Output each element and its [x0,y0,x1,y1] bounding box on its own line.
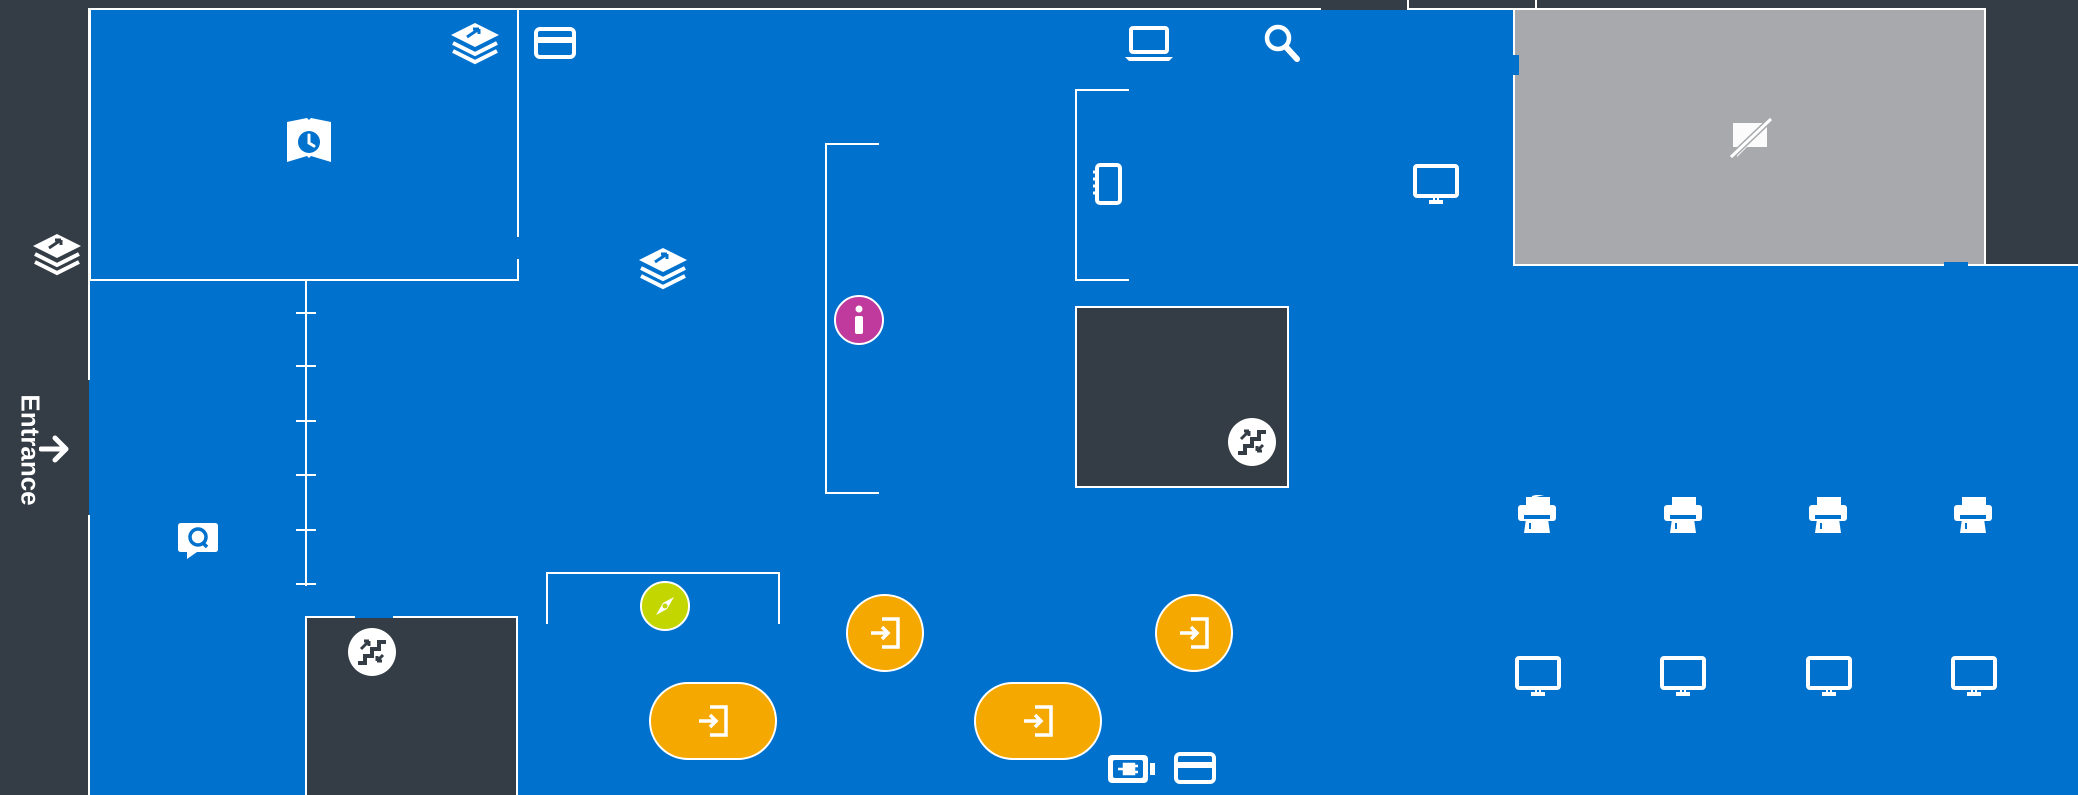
study-room-icon[interactable] [284,115,334,165]
stair-room-left [305,616,517,795]
card-reader-icon[interactable] [1173,751,1217,785]
monitor-icon[interactable] [1659,655,1707,699]
divider-tick-5 [296,529,316,531]
station-bracket-bottom [1075,279,1129,281]
printer-icon[interactable] [1806,494,1850,538]
entry-button[interactable] [1155,594,1233,672]
chat-help-icon[interactable] [176,520,220,562]
right-dark-block [1985,0,2078,266]
stair-room-left-top [305,616,517,618]
learning-hub-icon[interactable] [448,20,502,66]
station-bracket-vertical [1075,89,1077,281]
notebook-icon[interactable] [1091,162,1123,206]
entrance-learning-hub-icon[interactable] [30,230,84,278]
entrance-arrow-icon [38,432,72,466]
printer-icon[interactable] [1951,494,1995,538]
divider-tick-4 [296,474,316,476]
divider-vertical [305,281,307,586]
monitor-icon[interactable] [1514,655,1562,699]
info-icon[interactable] [834,295,884,345]
divider-tick-3 [296,420,316,422]
divider-tick-2 [296,365,316,367]
desk-bracket-vertical [825,143,827,494]
printer-icon[interactable] [1515,494,1559,538]
stairs-icon[interactable] [1228,418,1276,466]
entry-button[interactable] [649,682,777,760]
monitor-icon[interactable] [1805,655,1853,699]
station-bracket-top [1075,89,1129,91]
stairs-icon[interactable] [348,628,396,676]
compass-bracket-left [546,572,548,624]
compass-bracket-right [778,572,780,624]
closed-area-notch [1513,55,1519,75]
restricted-area-icon [1728,116,1774,160]
divider-tick-6 [296,583,316,585]
entry-icon [1024,705,1053,737]
entry-icon [871,617,900,649]
entry-button[interactable] [974,682,1102,760]
card-reader-icon[interactable] [533,26,577,60]
stair-room-left-right [516,616,518,795]
entry-button[interactable] [846,594,924,672]
monitor-icon[interactable] [1412,163,1460,207]
closed-area-notch-bottom [1944,262,1968,268]
compass-icon[interactable] [640,581,690,631]
printer-icon[interactable] [1661,494,1705,538]
entry-icon [1180,617,1209,649]
room-study-gap [517,237,519,259]
battery-charger-icon[interactable] [1105,752,1157,786]
stair-room-left-left [305,616,307,795]
left-wall-lower [88,515,90,795]
desk-bracket-top [825,143,879,145]
search-icon[interactable] [1262,22,1302,64]
divider-tick-1 [296,312,316,314]
learning-hub-icon[interactable] [636,245,690,291]
stair-room-left-gap [355,616,393,618]
laptop-icon[interactable] [1123,24,1175,64]
entry-icon [699,705,728,737]
desk-bracket-bottom [825,492,879,494]
monitor-icon[interactable] [1950,655,1998,699]
compass-bracket-top [546,572,780,574]
right-dark-line [1985,264,2078,266]
